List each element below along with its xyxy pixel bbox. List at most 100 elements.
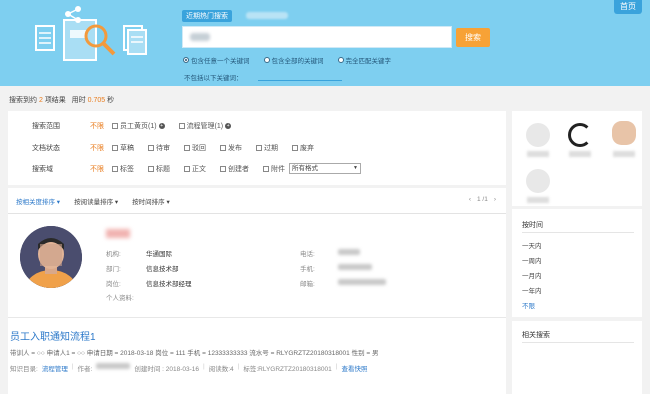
scope-option-process[interactable]: 流程管理(1) + xyxy=(178,121,232,131)
sort-bar: 按相关度排序 ▾ 按阅读量排序 ▾ 按时间排序 ▾ ‹ 1 /1 › xyxy=(8,188,506,214)
search-input[interactable] xyxy=(182,26,452,48)
radio-icon xyxy=(337,57,344,63)
time-option[interactable]: 一月内 xyxy=(522,270,542,280)
checkbox-icon xyxy=(263,165,269,172)
phone-label: 电话: xyxy=(300,251,315,258)
filter-unlimited[interactable]: 不限 xyxy=(90,121,112,131)
result-reads: 阅读数:4 xyxy=(208,366,234,373)
domain-option[interactable]: 标签 xyxy=(112,164,134,174)
domain-option[interactable]: 标题 xyxy=(148,164,170,174)
radio-selected-icon xyxy=(183,57,189,63)
dept-label: 部门: xyxy=(106,266,121,273)
view-snapshot-link[interactable]: 查看快照 xyxy=(341,363,367,373)
org-label: 机构: xyxy=(106,251,121,258)
exclude-keywords-input[interactable] xyxy=(258,80,342,81)
person-avatar[interactable] xyxy=(612,121,636,145)
pagination: ‹ 1 /1 › xyxy=(469,196,496,203)
domain-option[interactable]: 正文 xyxy=(184,164,206,174)
person-name xyxy=(527,151,549,157)
match-mode-options: 包含任意一个关键词 包含全部的关键词 完全匹配关键字 xyxy=(183,55,391,65)
person-avatar[interactable] xyxy=(526,123,550,147)
elapsed-time: 0.705 xyxy=(87,97,106,104)
post-value: 信息技术部经理 xyxy=(146,281,192,288)
expand-plus-icon[interactable]: + xyxy=(158,123,165,129)
next-page-icon[interactable]: › xyxy=(494,196,496,203)
person-name xyxy=(613,151,635,157)
filter-row-scope: 搜索范围 不限 员工黄页(1) + 流程管理(1) + xyxy=(32,121,232,131)
time-option[interactable]: 一年内 xyxy=(522,285,542,295)
divider xyxy=(522,342,634,343)
search-button[interactable]: 搜索 xyxy=(456,28,490,47)
match-exact-radio[interactable]: 完全匹配关键字 xyxy=(337,55,391,65)
post-label: 岗位: xyxy=(106,281,121,288)
hot-search-label: 近期热门搜索 xyxy=(182,10,232,22)
result-snippet: 带训人 = ○○ 申请人1 = ○○ 申请日期 = 2018-03-18 岗位 … xyxy=(10,350,379,357)
checkbox-icon xyxy=(112,123,118,129)
expand-plus-icon[interactable]: + xyxy=(225,123,232,129)
filter-unlimited[interactable]: 不限 xyxy=(90,164,112,174)
prev-page-icon[interactable]: ‹ xyxy=(469,196,471,203)
status-option[interactable]: 草稿 xyxy=(112,143,134,153)
checkbox-icon xyxy=(148,145,154,151)
checkbox-icon xyxy=(178,123,185,129)
time-option[interactable]: 一天内 xyxy=(522,240,542,250)
author-value xyxy=(96,363,131,369)
filter-row-domain: 搜索域 不限 标签 标题 正文 创建者 附件 所有格式 ▼ xyxy=(32,163,361,174)
mobile-value xyxy=(338,264,372,270)
person-avatar[interactable] xyxy=(526,169,550,193)
match-all-radio[interactable]: 包含全部的关键词 xyxy=(263,55,324,65)
sort-by-time[interactable]: 按时间排序 ▾ xyxy=(132,196,170,206)
filter-row-status: 文档状态 不限 草稿 待审 驳回 发布 过期 废弃 xyxy=(32,143,314,153)
match-any-radio[interactable]: 包含任意一个关键词 xyxy=(183,55,250,65)
employee-avatar xyxy=(20,226,82,288)
search-query-text xyxy=(190,33,210,41)
result-summary: 搜索到约 2 项结果 用时 0.705 秒 xyxy=(9,97,115,104)
sort-by-relevance[interactable]: 按相关度排序 ▾ xyxy=(16,196,60,206)
filter-panel: 搜索范围 不限 员工黄页(1) + 流程管理(1) + 文档状态 不限 草稿 待审 … xyxy=(8,111,506,185)
result-tags: 标签:RLYGRZTZ20180318001 xyxy=(243,366,332,373)
home-button[interactable]: 首页 xyxy=(614,0,642,14)
result-title-link[interactable]: 员工入职通知流程1 xyxy=(10,328,96,343)
checkbox-icon xyxy=(184,165,190,172)
related-search-title: 相关搜索 xyxy=(522,332,550,339)
status-option[interactable]: 发布 xyxy=(220,143,242,153)
related-search-panel: 相关搜索 xyxy=(512,321,642,394)
checkbox-icon xyxy=(256,145,262,151)
exclude-keywords-label: 不包括以下关键词： xyxy=(184,75,243,82)
status-option[interactable]: 驳回 xyxy=(184,143,206,153)
domain-option[interactable]: 创建者 xyxy=(220,164,249,174)
result-count: 2 xyxy=(38,97,43,104)
hot-search-terms[interactable] xyxy=(246,12,288,19)
related-people-panel xyxy=(512,111,642,206)
domain-option[interactable]: 附件 xyxy=(263,164,285,174)
sort-by-reads[interactable]: 按阅读量排序 ▾ xyxy=(74,196,118,206)
divider xyxy=(8,317,506,318)
person-avatar[interactable] xyxy=(568,123,592,147)
status-option[interactable]: 待审 xyxy=(148,143,170,153)
filter-unlimited[interactable]: 不限 xyxy=(90,143,112,153)
status-option[interactable]: 过期 xyxy=(256,143,278,153)
email-label: 邮箱: xyxy=(300,281,315,288)
checkbox-icon xyxy=(112,165,118,172)
mobile-label: 手机: xyxy=(300,266,315,273)
result-directory-link[interactable]: 流程管理 xyxy=(42,363,68,373)
status-option[interactable]: 废弃 xyxy=(292,143,314,153)
dept-value: 信息技术部 xyxy=(146,266,179,273)
time-option[interactable]: 一周内 xyxy=(522,255,542,265)
format-select[interactable]: 所有格式 ▼ xyxy=(289,163,361,174)
checkbox-icon xyxy=(220,145,226,151)
checkbox-icon xyxy=(292,145,298,151)
phone-value xyxy=(338,249,360,255)
time-filter-panel: 按时间 一天内 一周内 一月内 一年内 不限 xyxy=(512,209,642,317)
time-filter-title: 按时间 xyxy=(522,222,543,229)
org-value: 华通国际 xyxy=(146,251,172,258)
employee-name[interactable] xyxy=(106,229,130,238)
time-option-selected[interactable]: 不限 xyxy=(522,300,535,310)
person-name xyxy=(527,197,549,203)
checkbox-icon xyxy=(148,165,154,172)
checkbox-icon xyxy=(220,165,226,172)
person-name xyxy=(569,151,591,157)
search-logo-illustration xyxy=(35,6,147,61)
scope-option-directory[interactable]: 员工黄页(1) + xyxy=(112,121,165,131)
checkbox-icon xyxy=(184,145,190,151)
